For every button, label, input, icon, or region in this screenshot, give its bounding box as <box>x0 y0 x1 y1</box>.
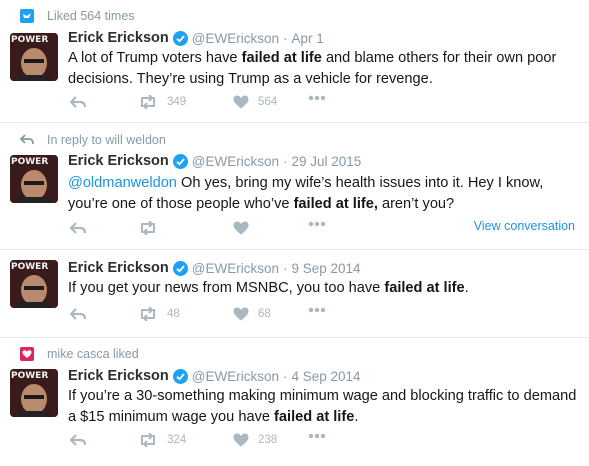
avatar-text: POWER <box>11 35 48 45</box>
reply-icon <box>70 433 86 447</box>
context-text: Liked 564 times <box>47 9 135 23</box>
separator-dot: · <box>282 260 288 276</box>
text-run: A lot of Trump voters have <box>68 50 242 66</box>
heart-icon <box>233 221 249 235</box>
context-text[interactable]: In reply to will weldon <box>47 133 166 147</box>
retweet-icon <box>138 95 158 109</box>
heart-icon <box>233 433 249 447</box>
retweet-count: 324 <box>167 434 187 446</box>
more-icon <box>308 433 326 439</box>
tweet-text: If you’re a 30-something making minimum … <box>68 386 580 428</box>
user-name[interactable]: Erick Erickson <box>68 30 169 46</box>
user-handle[interactable]: @EWErickson <box>192 31 279 46</box>
highlighted-phrase: failed at life <box>384 280 465 296</box>
user-name[interactable]: Erick Erickson <box>68 368 169 384</box>
user-name[interactable]: Erick Erickson <box>68 153 169 169</box>
more-button[interactable] <box>308 433 326 439</box>
avatar[interactable]: POWER <box>10 155 58 203</box>
retweet-icon <box>138 433 158 447</box>
retweet-button[interactable]: 48 <box>138 307 180 321</box>
tweet-text: @oldmanweldon Oh yes, bring my wife’s he… <box>68 173 580 215</box>
more-button[interactable] <box>308 307 326 313</box>
tweet-text: A lot of Trump voters have failed at lif… <box>68 48 580 90</box>
reply-icon <box>70 221 86 235</box>
verified-badge-icon <box>172 368 188 384</box>
tweet-header: Erick Erickson @EWErickson · Apr 1 <box>68 30 324 46</box>
avatar[interactable]: POWER <box>10 260 58 308</box>
tweet-text: If you get your news from MSNBC, you too… <box>68 278 580 299</box>
retweet-count: 349 <box>167 96 187 108</box>
avatar-text: POWER <box>11 371 48 381</box>
avatar-text: POWER <box>11 157 48 167</box>
reply-button[interactable] <box>70 307 86 321</box>
retweet-count: 48 <box>167 308 180 320</box>
text-run: If you get your news from MSNBC, you too… <box>68 280 385 296</box>
verified-badge-icon <box>172 260 188 276</box>
retweet-icon <box>138 307 158 321</box>
tweet-date[interactable]: 9 Sep 2014 <box>291 261 360 276</box>
separator-dot: · <box>282 368 288 384</box>
like-count: 564 <box>258 96 278 108</box>
user-handle[interactable]: @EWErickson <box>192 154 279 169</box>
like-count: 238 <box>258 434 278 446</box>
tweet-context: In reply to will weldon <box>20 133 166 147</box>
separator-dot: · <box>282 153 288 169</box>
retweet-icon <box>138 221 158 235</box>
like-button[interactable]: 68 <box>233 307 271 321</box>
retweet-button[interactable]: 324 <box>138 433 186 447</box>
mention-link[interactable]: @oldmanweldon <box>68 175 177 191</box>
more-icon <box>308 95 326 101</box>
tweet-header: Erick Erickson @EWErickson · 9 Sep 2014 <box>68 260 361 276</box>
highlighted-phrase: failed at life, <box>293 196 378 212</box>
tweet-date[interactable]: 29 Jul 2015 <box>291 154 361 169</box>
highlighted-phrase: failed at life <box>241 50 322 66</box>
user-name[interactable]: Erick Erickson <box>68 260 169 276</box>
tweet[interactable]: In reply to will weldon POWER Erick Eric… <box>0 123 589 250</box>
reply-icon <box>70 307 86 321</box>
reply-button[interactable] <box>70 221 86 235</box>
reply-icon <box>70 95 86 109</box>
more-button[interactable] <box>308 221 326 227</box>
tweet-header: Erick Erickson @EWErickson · 29 Jul 2015 <box>68 153 361 169</box>
tweet-date[interactable]: 4 Sep 2014 <box>291 369 360 384</box>
text-run: . <box>464 280 469 296</box>
avatar-text: POWER <box>11 262 48 272</box>
heart-icon <box>233 95 249 109</box>
tweet[interactable]: POWER Erick Erickson @EWErickson · 9 Sep… <box>0 250 589 338</box>
text-run: . <box>354 409 359 425</box>
verified-badge-icon <box>172 30 188 46</box>
more-icon <box>308 221 326 227</box>
retweet-button[interactable]: 349 <box>138 95 186 109</box>
text-run: aren’t you? <box>377 196 455 212</box>
reply-arrow-icon <box>20 133 34 147</box>
tweet-context: mike casca liked <box>20 347 139 361</box>
tweet-date[interactable]: Apr 1 <box>291 31 323 46</box>
avatar[interactable]: POWER <box>10 33 58 81</box>
reply-button[interactable] <box>70 95 86 109</box>
tweet[interactable]: mike casca liked POWER Erick Erickson @E… <box>0 338 589 466</box>
more-icon <box>308 307 326 313</box>
context-text[interactable]: mike casca liked <box>47 347 139 361</box>
separator-dot: · <box>282 30 288 46</box>
retweet-button[interactable] <box>138 221 158 235</box>
user-handle[interactable]: @EWErickson <box>192 261 279 276</box>
avatar[interactable]: POWER <box>10 369 58 417</box>
tweet[interactable]: Liked 564 times POWER Erick Erickson @EW… <box>0 0 589 123</box>
like-button[interactable] <box>233 221 249 235</box>
view-conversation-link[interactable]: View conversation <box>474 219 575 233</box>
heart-icon <box>20 347 34 361</box>
bird-icon <box>20 9 34 23</box>
more-button[interactable] <box>308 95 326 101</box>
reply-button[interactable] <box>70 433 86 447</box>
verified-badge-icon <box>172 153 188 169</box>
user-handle[interactable]: @EWErickson <box>192 369 279 384</box>
like-button[interactable]: 564 <box>233 95 277 109</box>
like-count: 68 <box>258 308 271 320</box>
tweet-header: Erick Erickson @EWErickson · 4 Sep 2014 <box>68 368 361 384</box>
tweet-context: Liked 564 times <box>20 9 135 23</box>
highlighted-phrase: failed at life <box>274 409 355 425</box>
like-button[interactable]: 238 <box>233 433 277 447</box>
heart-icon <box>233 307 249 321</box>
